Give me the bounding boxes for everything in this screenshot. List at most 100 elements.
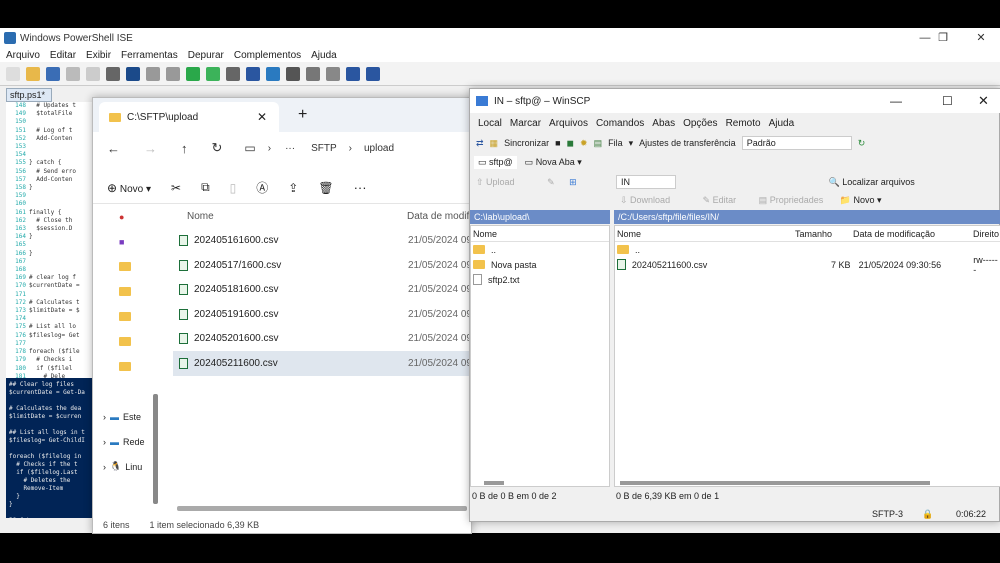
upload-button[interactable]: ⇧ Upload xyxy=(476,177,515,187)
menu-opcoes[interactable]: Opções xyxy=(683,118,717,129)
stop-icon[interactable] xyxy=(226,66,240,81)
breadcrumb-upload[interactable]: upload xyxy=(364,143,394,154)
new-tab[interactable]: ▭ Nova Aba ▾ xyxy=(525,157,582,168)
layout-side-icon[interactable] xyxy=(306,66,320,81)
list-item[interactable]: 202405211600.csv 7 KB 21/05/2024 09:30:56 r… xyxy=(615,255,1000,275)
local-path[interactable]: C:\lab\upload\ xyxy=(470,210,610,224)
up-icon[interactable]: ↑ xyxy=(181,141,188,156)
maximize-button[interactable]: ☐ xyxy=(942,94,953,108)
clear-icon[interactable] xyxy=(126,66,140,81)
remote-dir-select[interactable]: IN xyxy=(616,175,676,189)
command-icon[interactable] xyxy=(366,66,380,81)
list-item[interactable]: Nova pasta xyxy=(471,257,609,272)
menu-exibir[interactable]: Exibir xyxy=(86,50,111,61)
remote-scrollbar[interactable] xyxy=(620,481,930,485)
ise-script-pane[interactable]: 148 # Updates t 149 $totalFile 150 151 # Lo… xyxy=(6,102,96,378)
close-button[interactable]: ✕ xyxy=(978,93,989,109)
sidebar-item[interactable] xyxy=(93,354,151,379)
more-path-icon[interactable]: ··· xyxy=(285,143,295,154)
close-button[interactable]: ✕ xyxy=(966,28,996,48)
col-name[interactable]: Nome xyxy=(187,211,407,222)
forward-icon[interactable]: → xyxy=(144,141,157,156)
queue-icon[interactable]: ▤ xyxy=(594,138,603,149)
col-size[interactable]: Tamanho xyxy=(795,229,853,239)
properties-button[interactable]: ▤ Propriedades xyxy=(759,195,824,205)
powershell-tab-icon[interactable] xyxy=(266,66,280,81)
menu-editar[interactable]: Editar xyxy=(50,50,76,61)
new-local-icon[interactable]: ⊞ xyxy=(569,177,577,187)
minimize-button[interactable]: — xyxy=(890,94,902,108)
putty-icon[interactable]: ◼ xyxy=(567,138,574,149)
sidebar-item[interactable] xyxy=(93,304,151,329)
share-icon[interactable]: ⇪ xyxy=(288,181,298,195)
redo-icon[interactable] xyxy=(166,66,180,81)
sidebar-this-pc[interactable]: › ▬ Este xyxy=(93,404,151,429)
more-icon[interactable]: ··· xyxy=(354,180,367,195)
sidebar-item[interactable]: ● xyxy=(93,204,151,229)
session-tab[interactable]: ▭ sftp@ xyxy=(474,155,517,169)
breadcrumb-sftp[interactable]: SFTP xyxy=(311,143,337,154)
layout-icon[interactable] xyxy=(286,66,300,81)
monitor-icon[interactable]: ▭ xyxy=(244,141,255,155)
maximize-button[interactable]: ❐ xyxy=(928,28,958,48)
list-item[interactable]: .. xyxy=(471,242,609,257)
table-row[interactable]: 202405191600.csv 21/05/2024 09 xyxy=(173,302,473,327)
menu-arquivos[interactable]: Arquivos xyxy=(549,118,588,129)
run-selection-icon[interactable] xyxy=(206,66,220,81)
ise-console-pane[interactable]: ## Clear log files $currentDate = Get-Da… xyxy=(6,378,92,518)
compare-icon[interactable]: ⇄ xyxy=(476,138,484,149)
menu-remoto[interactable]: Remoto xyxy=(726,118,761,129)
undo-icon[interactable] xyxy=(146,66,160,81)
delete-icon[interactable]: 🗑 xyxy=(318,181,333,195)
menu-abas[interactable]: Abas xyxy=(652,118,675,129)
sidebar-scrollbar[interactable] xyxy=(153,394,158,504)
col-date[interactable]: Data de modifi xyxy=(407,211,471,222)
terminal-icon[interactable]: ■ xyxy=(555,138,560,148)
menu-comandos[interactable]: Comandos xyxy=(596,118,644,129)
new-tab-icon[interactable]: + xyxy=(298,106,307,124)
sidebar-item[interactable]: ■ xyxy=(93,229,151,254)
close-tab-icon[interactable]: ✕ xyxy=(257,110,267,124)
preferences-icon[interactable]: ✹ xyxy=(580,138,588,149)
reconnect-icon[interactable]: ↻ xyxy=(858,138,866,149)
back-icon[interactable]: ← xyxy=(107,141,120,156)
table-row[interactable]: 202405201600.csv 21/05/2024 09 xyxy=(173,327,473,352)
menu-complementos[interactable]: Complementos xyxy=(234,50,301,61)
paste-icon[interactable] xyxy=(106,66,120,81)
col-date[interactable]: Data de modificação xyxy=(853,229,973,239)
remote-icon[interactable] xyxy=(246,66,260,81)
remote-path[interactable]: /C:/Users/sftp/file/files/IN/ xyxy=(614,210,1000,224)
menu-depurar[interactable]: Depurar xyxy=(188,50,224,61)
menu-ajuda[interactable]: Ajuda xyxy=(769,118,795,129)
table-row[interactable]: 202405181600.csv 21/05/2024 09 xyxy=(173,278,473,303)
table-row[interactable]: 20240517/1600.csv 21/05/2024 09 xyxy=(173,253,473,278)
sidebar-linux[interactable]: › 🐧 Linu xyxy=(93,454,151,479)
cut-icon[interactable] xyxy=(66,66,80,81)
table-row-selected[interactable]: 202405211600.csv 21/05/2024 09 xyxy=(173,351,473,376)
local-col-name[interactable]: Nome xyxy=(471,226,609,242)
menu-ferramentas[interactable]: Ferramentas xyxy=(121,50,178,61)
rename-icon[interactable]: Ⓐ xyxy=(256,179,268,196)
queue-button[interactable]: Fila xyxy=(608,138,623,148)
layout-max-icon[interactable] xyxy=(326,66,340,81)
horizontal-scrollbar[interactable] xyxy=(177,506,467,511)
sidebar-item[interactable] xyxy=(93,254,151,279)
new-remote-button[interactable]: 📁 Novo ▾ xyxy=(840,195,882,205)
download-button[interactable]: ⇩ Download xyxy=(620,195,670,205)
cut-icon[interactable]: ✂ xyxy=(171,181,181,195)
list-item[interactable]: .. xyxy=(615,242,1000,257)
paste-icon[interactable]: ▯ xyxy=(230,181,237,195)
find-button[interactable]: 🔍 Localizar arquivos xyxy=(829,177,915,187)
copy-icon[interactable] xyxy=(86,66,100,81)
chevron-down-icon[interactable]: ▾ xyxy=(629,138,634,149)
open-icon[interactable] xyxy=(26,66,40,81)
menu-arquivo[interactable]: Arquivo xyxy=(6,50,40,61)
edit-icon[interactable]: ✎ xyxy=(547,177,555,187)
local-scrollbar[interactable] xyxy=(484,481,504,485)
explorer-tab[interactable]: C:\SFTP\upload ✕ xyxy=(99,102,279,132)
new-file-icon[interactable] xyxy=(6,66,20,81)
menu-local[interactable]: Local xyxy=(478,118,502,129)
addon-icon[interactable] xyxy=(346,66,360,81)
sync-icon[interactable]: ▦ xyxy=(490,138,499,149)
table-row[interactable]: 202405161600.csv 21/05/2024 09 xyxy=(173,229,473,254)
